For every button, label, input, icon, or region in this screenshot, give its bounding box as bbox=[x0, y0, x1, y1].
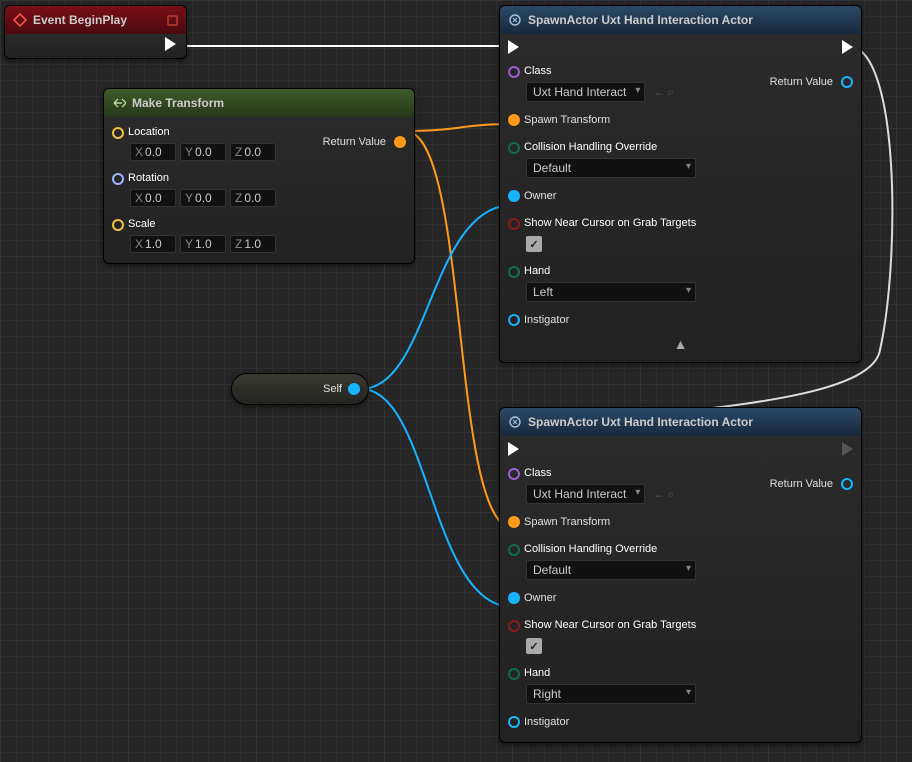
transform-pin[interactable] bbox=[508, 516, 520, 528]
node-event-beginplay[interactable]: Event BeginPlay bbox=[4, 5, 187, 59]
class-select[interactable]: Uxt Hand Interact bbox=[526, 82, 645, 102]
hand-pin[interactable] bbox=[508, 668, 520, 680]
rot-x-input[interactable]: X0.0 bbox=[130, 189, 176, 207]
delegate-pin-icon[interactable] bbox=[167, 15, 178, 26]
expand-icon[interactable]: ▲ bbox=[508, 330, 853, 352]
collision-select[interactable]: Default bbox=[526, 560, 696, 580]
node-title: Make Transform bbox=[132, 96, 224, 110]
function-icon bbox=[508, 415, 522, 429]
near-checkbox[interactable]: ✓ bbox=[526, 236, 542, 252]
near-pin[interactable] bbox=[508, 218, 520, 230]
exec-out-pin[interactable] bbox=[165, 37, 176, 51]
hand-label: Hand bbox=[524, 265, 550, 277]
exec-in-pin[interactable] bbox=[508, 40, 519, 54]
collision-pin[interactable] bbox=[508, 544, 520, 556]
collision-select[interactable]: Default bbox=[526, 158, 696, 178]
node-title: SpawnActor Uxt Hand Interaction Actor bbox=[528, 415, 753, 429]
node-header[interactable]: SpawnActor Uxt Hand Interaction Actor bbox=[500, 408, 861, 436]
near-pin[interactable] bbox=[508, 620, 520, 632]
return-label: Return Value bbox=[770, 76, 833, 88]
class-label: Class bbox=[524, 65, 552, 77]
node-header[interactable]: Event BeginPlay bbox=[5, 6, 186, 34]
instigator-label: Instigator bbox=[524, 314, 569, 326]
class-pin[interactable] bbox=[508, 66, 520, 78]
hand-select[interactable]: Left bbox=[526, 282, 696, 302]
loc-y-input[interactable]: Y0.0 bbox=[180, 143, 226, 161]
near-label: Show Near Cursor on Grab Targets bbox=[524, 619, 696, 631]
class-label: Class bbox=[524, 467, 552, 479]
return-label: Return Value bbox=[770, 478, 833, 490]
hand-select[interactable]: Right bbox=[526, 684, 696, 704]
node-spawn-2[interactable]: SpawnActor Uxt Hand Interaction Actor Cl… bbox=[499, 407, 862, 743]
return-label: Return Value bbox=[323, 136, 386, 148]
node-header[interactable]: Make Transform bbox=[104, 89, 414, 117]
asset-nav-icons[interactable]: ←⌕ bbox=[653, 85, 674, 100]
scale-pin[interactable] bbox=[112, 219, 124, 231]
collision-label: Collision Handling Override bbox=[524, 141, 657, 153]
transform-label: Spawn Transform bbox=[524, 516, 610, 528]
node-title: SpawnActor Uxt Hand Interaction Actor bbox=[528, 13, 753, 27]
transform-label: Spawn Transform bbox=[524, 114, 610, 126]
exec-out-pin[interactable] bbox=[842, 40, 853, 54]
location-row: Location X0.0 Y0.0 Z0.0 Return Value bbox=[112, 123, 406, 161]
class-pin[interactable] bbox=[508, 468, 520, 480]
collision-label: Collision Handling Override bbox=[524, 543, 657, 555]
owner-label: Owner bbox=[524, 592, 556, 604]
hand-label: Hand bbox=[524, 667, 550, 679]
owner-pin[interactable] bbox=[508, 190, 520, 202]
near-label: Show Near Cursor on Grab Targets bbox=[524, 217, 696, 229]
instigator-pin[interactable] bbox=[508, 716, 520, 728]
hand-pin[interactable] bbox=[508, 266, 520, 278]
rot-y-input[interactable]: Y0.0 bbox=[180, 189, 226, 207]
near-checkbox[interactable]: ✓ bbox=[526, 638, 542, 654]
event-icon bbox=[13, 13, 27, 27]
self-pin[interactable] bbox=[348, 383, 360, 395]
self-label: Self bbox=[323, 383, 342, 395]
return-pin[interactable] bbox=[841, 478, 853, 490]
location-pin[interactable] bbox=[112, 127, 124, 139]
instigator-label: Instigator bbox=[524, 716, 569, 728]
node-self[interactable]: Self bbox=[231, 373, 369, 405]
rotation-label: Rotation bbox=[128, 172, 169, 184]
node-make-transform[interactable]: Make Transform Location X0.0 Y0.0 Z0.0 R… bbox=[103, 88, 415, 264]
owner-pin[interactable] bbox=[508, 592, 520, 604]
rot-z-input[interactable]: Z0.0 bbox=[230, 189, 276, 207]
transform-pin[interactable] bbox=[508, 114, 520, 126]
class-select[interactable]: Uxt Hand Interact bbox=[526, 484, 645, 504]
loc-z-input[interactable]: Z0.0 bbox=[230, 143, 276, 161]
instigator-pin[interactable] bbox=[508, 314, 520, 326]
node-title: Event BeginPlay bbox=[33, 13, 127, 27]
scl-z-input[interactable]: Z1.0 bbox=[230, 235, 276, 253]
scale-label: Scale bbox=[128, 218, 156, 230]
scl-x-input[interactable]: X1.0 bbox=[130, 235, 176, 253]
node-spawn-1[interactable]: SpawnActor Uxt Hand Interaction Actor Cl… bbox=[499, 5, 862, 363]
location-label: Location bbox=[128, 126, 170, 138]
return-pin[interactable] bbox=[394, 136, 406, 148]
rotation-row: Rotation X0.0 Y0.0 Z0.0 bbox=[112, 169, 406, 207]
loc-x-input[interactable]: X0.0 bbox=[130, 143, 176, 161]
scl-y-input[interactable]: Y1.0 bbox=[180, 235, 226, 253]
asset-nav-icons[interactable]: ←⌕ bbox=[653, 487, 674, 502]
return-pin[interactable] bbox=[841, 76, 853, 88]
scale-row: Scale X1.0 Y1.0 Z1.0 bbox=[112, 215, 406, 253]
collision-pin[interactable] bbox=[508, 142, 520, 154]
rotation-pin[interactable] bbox=[112, 173, 124, 185]
function-icon bbox=[508, 13, 522, 27]
function-icon bbox=[112, 96, 126, 110]
exec-in-pin[interactable] bbox=[508, 442, 519, 456]
node-header[interactable]: SpawnActor Uxt Hand Interaction Actor bbox=[500, 6, 861, 34]
exec-out-pin[interactable] bbox=[842, 442, 853, 456]
owner-label: Owner bbox=[524, 190, 556, 202]
